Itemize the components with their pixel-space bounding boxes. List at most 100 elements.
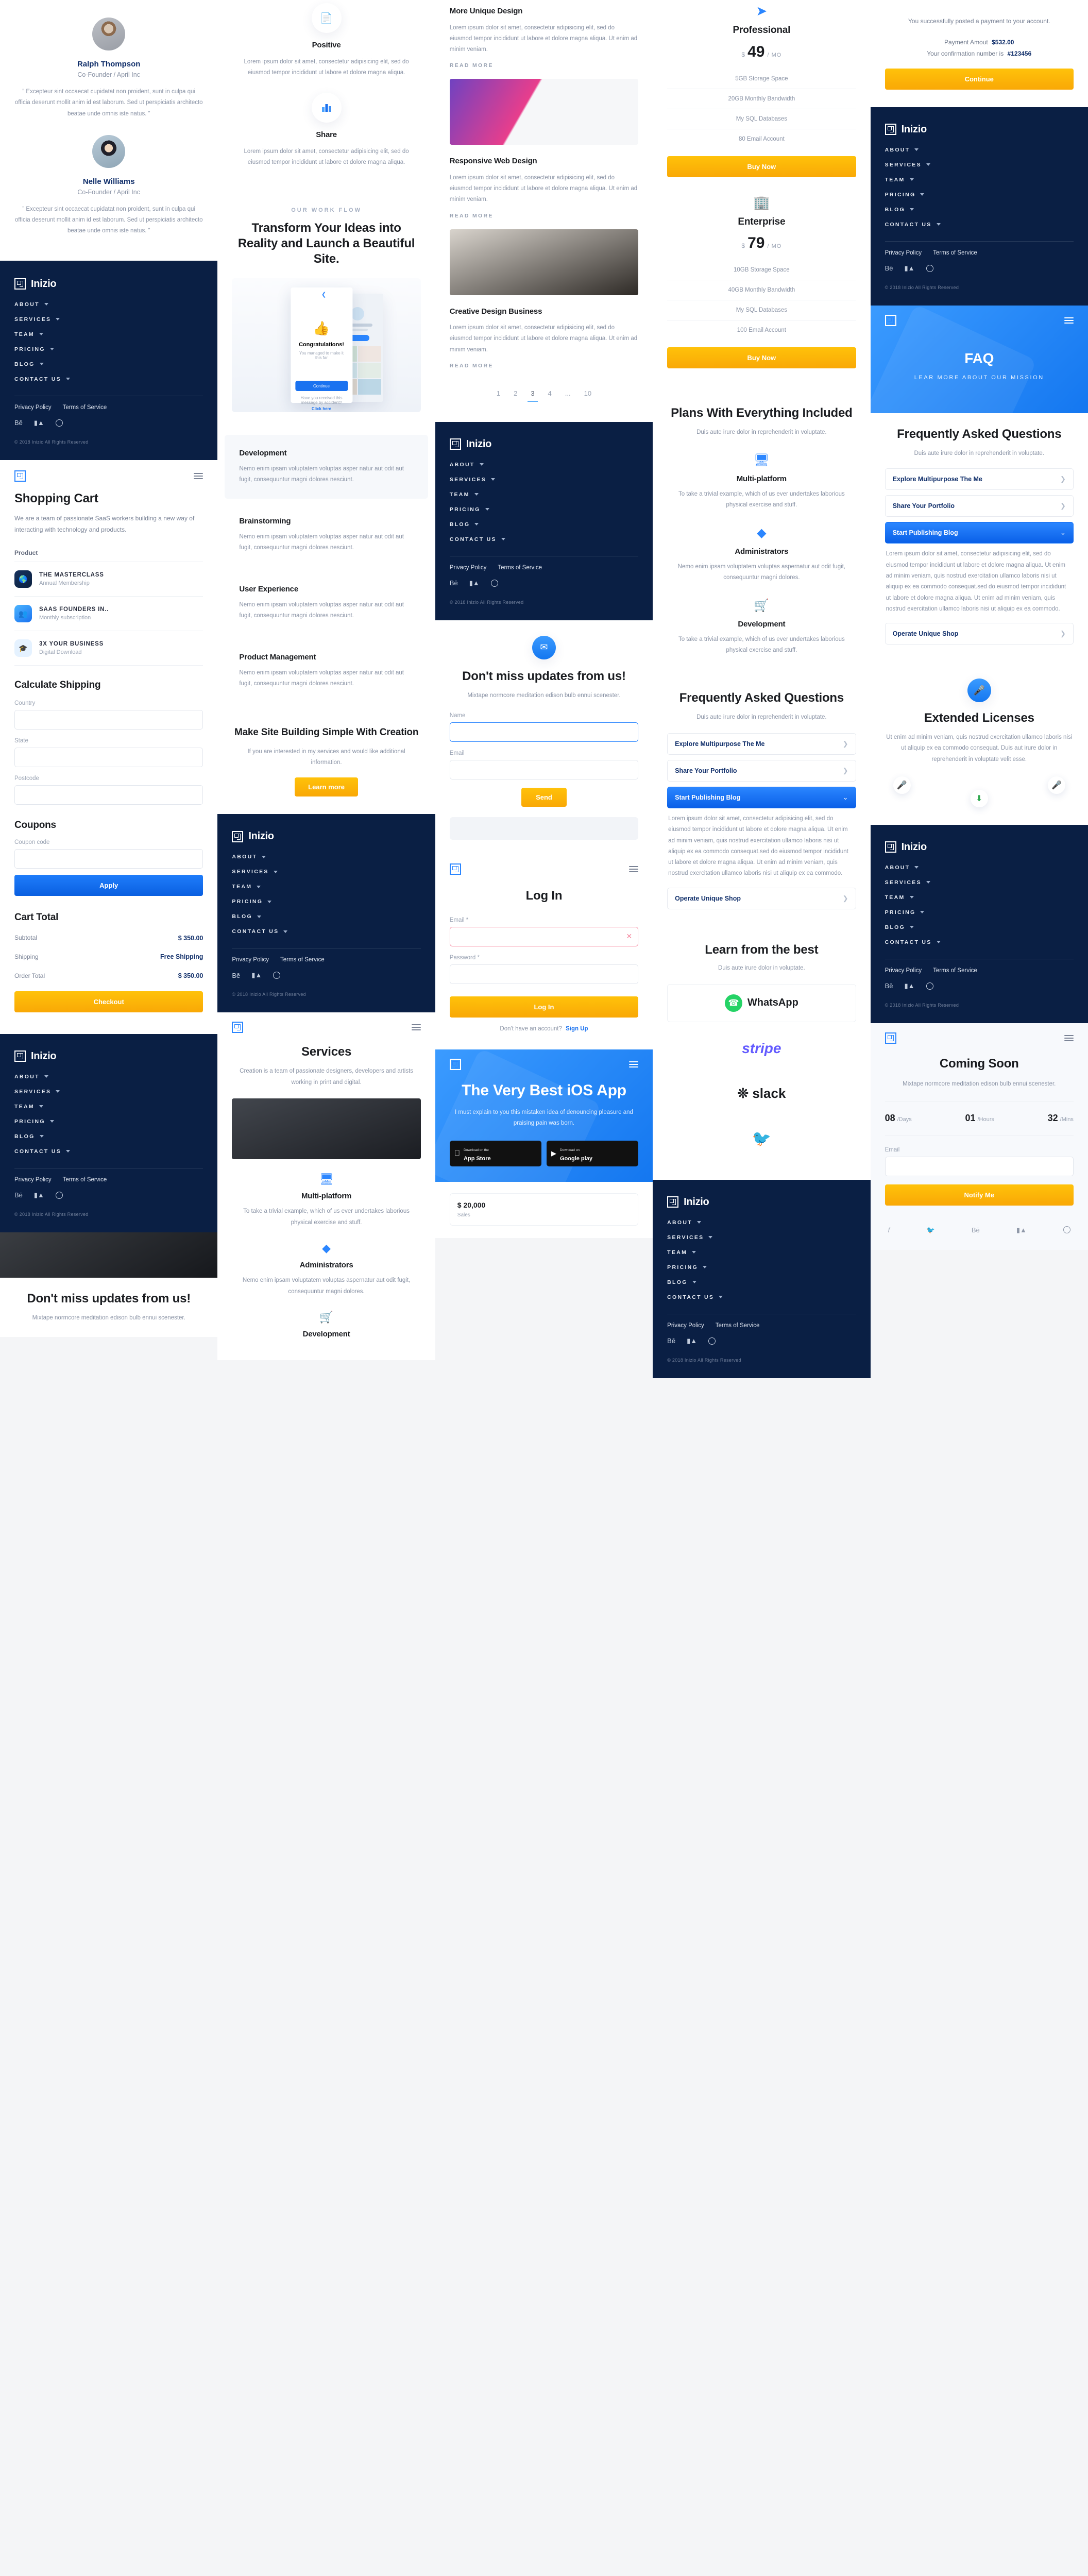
nav-item-team[interactable]: TEAM (14, 1104, 203, 1110)
nav-item-blog[interactable]: BLOG (450, 521, 638, 528)
inizio-logo-icon[interactable] (449, 863, 461, 875)
nav-item-about[interactable]: ABOUT (450, 462, 638, 468)
nav-item-pricing[interactable]: PRICING (232, 899, 420, 905)
name-input[interactable] (449, 722, 639, 742)
medium-icon[interactable]: ▮▲ (251, 971, 262, 979)
buy-now-button[interactable]: Buy Now (667, 156, 856, 177)
faq-item-expanded[interactable]: Start Publishing Blog ⌄ (885, 522, 1074, 544)
brand-logo[interactable]: Inizio (885, 841, 1074, 853)
dribbble-icon[interactable] (708, 1337, 716, 1345)
email-input[interactable] (449, 760, 639, 780)
nav-item-services[interactable]: SERVICES (450, 477, 638, 483)
dribbble-icon[interactable] (926, 264, 933, 272)
medium-icon[interactable]: ▮▲ (904, 982, 914, 990)
nav-item-contact-us[interactable]: CONTACT US (450, 536, 638, 543)
behance-icon[interactable]: Bē (972, 1226, 980, 1234)
nav-item-services[interactable]: SERVICES (232, 869, 420, 875)
nav-item-services[interactable]: SERVICES (667, 1234, 856, 1241)
terms-of-service-link[interactable]: Terms of Service (63, 404, 107, 411)
terms-of-service-link[interactable]: Terms of Service (933, 250, 977, 256)
nav-item-pricing[interactable]: PRICING (885, 909, 1074, 916)
email-input[interactable] (449, 927, 639, 947)
twitter-icon[interactable]: 🐦 (927, 1226, 935, 1234)
password-input[interactable] (449, 964, 639, 985)
nav-item-contact-us[interactable]: CONTACT US (14, 1148, 203, 1155)
medium-icon[interactable]: ▮▲ (687, 1337, 697, 1345)
facebook-icon[interactable]: 𝑓 (888, 1226, 890, 1234)
nav-item-about[interactable]: ABOUT (14, 301, 203, 308)
nav-item-blog[interactable]: BLOG (232, 913, 420, 920)
nav-item-pricing[interactable]: PRICING (667, 1264, 856, 1270)
download-icon[interactable]: ⬇ (970, 789, 988, 807)
privacy-policy-link[interactable]: Privacy Policy (14, 404, 52, 411)
faq-item-expanded[interactable]: Start Publishing Blog ⌄ (667, 787, 856, 808)
terms-of-service-link[interactable]: Terms of Service (63, 1177, 107, 1183)
phone-continue-button[interactable]: Continue (295, 381, 348, 392)
nav-item-team[interactable]: TEAM (14, 331, 203, 337)
hamburger-menu-icon[interactable] (1064, 317, 1074, 324)
page-3-current[interactable]: 3 (528, 389, 538, 402)
privacy-policy-link[interactable]: Privacy Policy (885, 250, 922, 256)
nav-item-services[interactable]: SERVICES (14, 1089, 203, 1095)
notify-me-button[interactable]: Notify Me (885, 1184, 1074, 1206)
inizio-logo-icon[interactable] (14, 470, 26, 482)
faq-item[interactable]: Explore Multipurpose The Me ❯ (885, 468, 1074, 490)
dribbble-icon[interactable] (55, 419, 63, 427)
coupon-code-input[interactable] (14, 849, 203, 869)
nav-item-pricing[interactable]: PRICING (450, 506, 638, 513)
read-more-link[interactable]: READ MORE (450, 363, 494, 369)
cart-item[interactable]: 👥 SAAS FOUNDERS IN.. Monthly subscriptio… (14, 597, 203, 631)
medium-icon[interactable]: ▮▲ (469, 579, 480, 587)
dribbble-icon[interactable] (926, 982, 933, 990)
nav-item-contact-us[interactable]: CONTACT US (232, 928, 420, 935)
nav-item-pricing[interactable]: PRICING (14, 346, 203, 352)
nav-item-pricing[interactable]: PRICING (14, 1118, 203, 1125)
medium-icon[interactable]: ▮▲ (1016, 1226, 1027, 1234)
inizio-logo-icon[interactable] (449, 1059, 461, 1071)
faq-item[interactable]: Share Your Portfolio ❯ (667, 760, 856, 782)
apply-coupon-button[interactable]: Apply (14, 874, 203, 896)
login-button[interactable]: Log In (449, 996, 639, 1018)
clear-icon[interactable]: ✕ (626, 932, 632, 941)
postcode-input[interactable] (14, 785, 203, 805)
phone-click-here-link[interactable]: Click here (291, 406, 352, 411)
hamburger-menu-icon[interactable] (629, 1061, 639, 1068)
nav-item-blog[interactable]: BLOG (885, 924, 1074, 930)
terms-of-service-link[interactable]: Terms of Service (498, 565, 542, 571)
brand-logo[interactable]: Inizio (14, 278, 203, 290)
page-1[interactable]: 1 (497, 389, 500, 397)
nav-item-blog[interactable]: BLOG (885, 207, 1074, 213)
continue-button[interactable]: Continue (885, 68, 1074, 90)
terms-of-service-link[interactable]: Terms of Service (280, 957, 325, 963)
nav-item-contact-us[interactable]: CONTACT US (14, 376, 203, 382)
nav-item-team[interactable]: TEAM (885, 894, 1074, 901)
nav-item-contact-us[interactable]: CONTACT US (885, 939, 1074, 945)
nav-item-about[interactable]: ABOUT (885, 147, 1074, 153)
nav-item-blog[interactable]: BLOG (667, 1279, 856, 1285)
nav-item-services[interactable]: SERVICES (885, 162, 1074, 168)
nav-item-contact-us[interactable]: CONTACT US (667, 1294, 856, 1300)
behance-icon[interactable]: Bē (232, 972, 240, 979)
cart-item[interactable]: 🎓 3X YOUR BUSINESS Digital Download (14, 631, 203, 665)
behance-icon[interactable]: Bē (450, 579, 458, 587)
google-play-button[interactable]: ▶ Download on Google play (546, 1140, 639, 1166)
microphone-icon[interactable]: 🎤 (1047, 776, 1065, 794)
buy-now-button[interactable]: Buy Now (667, 347, 856, 369)
sign-up-link[interactable]: Sign Up (566, 1026, 588, 1032)
hamburger-menu-icon[interactable] (411, 1024, 421, 1031)
dribbble-icon[interactable] (273, 972, 281, 979)
nav-item-about[interactable]: ABOUT (885, 865, 1074, 871)
nav-item-services[interactable]: SERVICES (885, 879, 1074, 886)
medium-icon[interactable]: ▮▲ (904, 264, 914, 273)
faq-item[interactable]: Share Your Portfolio ❯ (885, 495, 1074, 517)
privacy-policy-link[interactable]: Privacy Policy (450, 565, 487, 571)
read-more-link[interactable]: READ MORE (450, 62, 494, 69)
brand-logo[interactable]: Inizio (14, 1050, 203, 1062)
page-2[interactable]: 2 (514, 389, 517, 397)
checkout-button[interactable]: Checkout (14, 991, 203, 1012)
email-input[interactable] (885, 1157, 1074, 1177)
faq-item[interactable]: Operate Unique Shop ❯ (885, 623, 1074, 645)
read-more-link[interactable]: READ MORE (450, 213, 494, 219)
learn-more-button[interactable]: Learn more (295, 777, 358, 797)
app-store-button[interactable]:  Download on the App Store (449, 1140, 541, 1166)
